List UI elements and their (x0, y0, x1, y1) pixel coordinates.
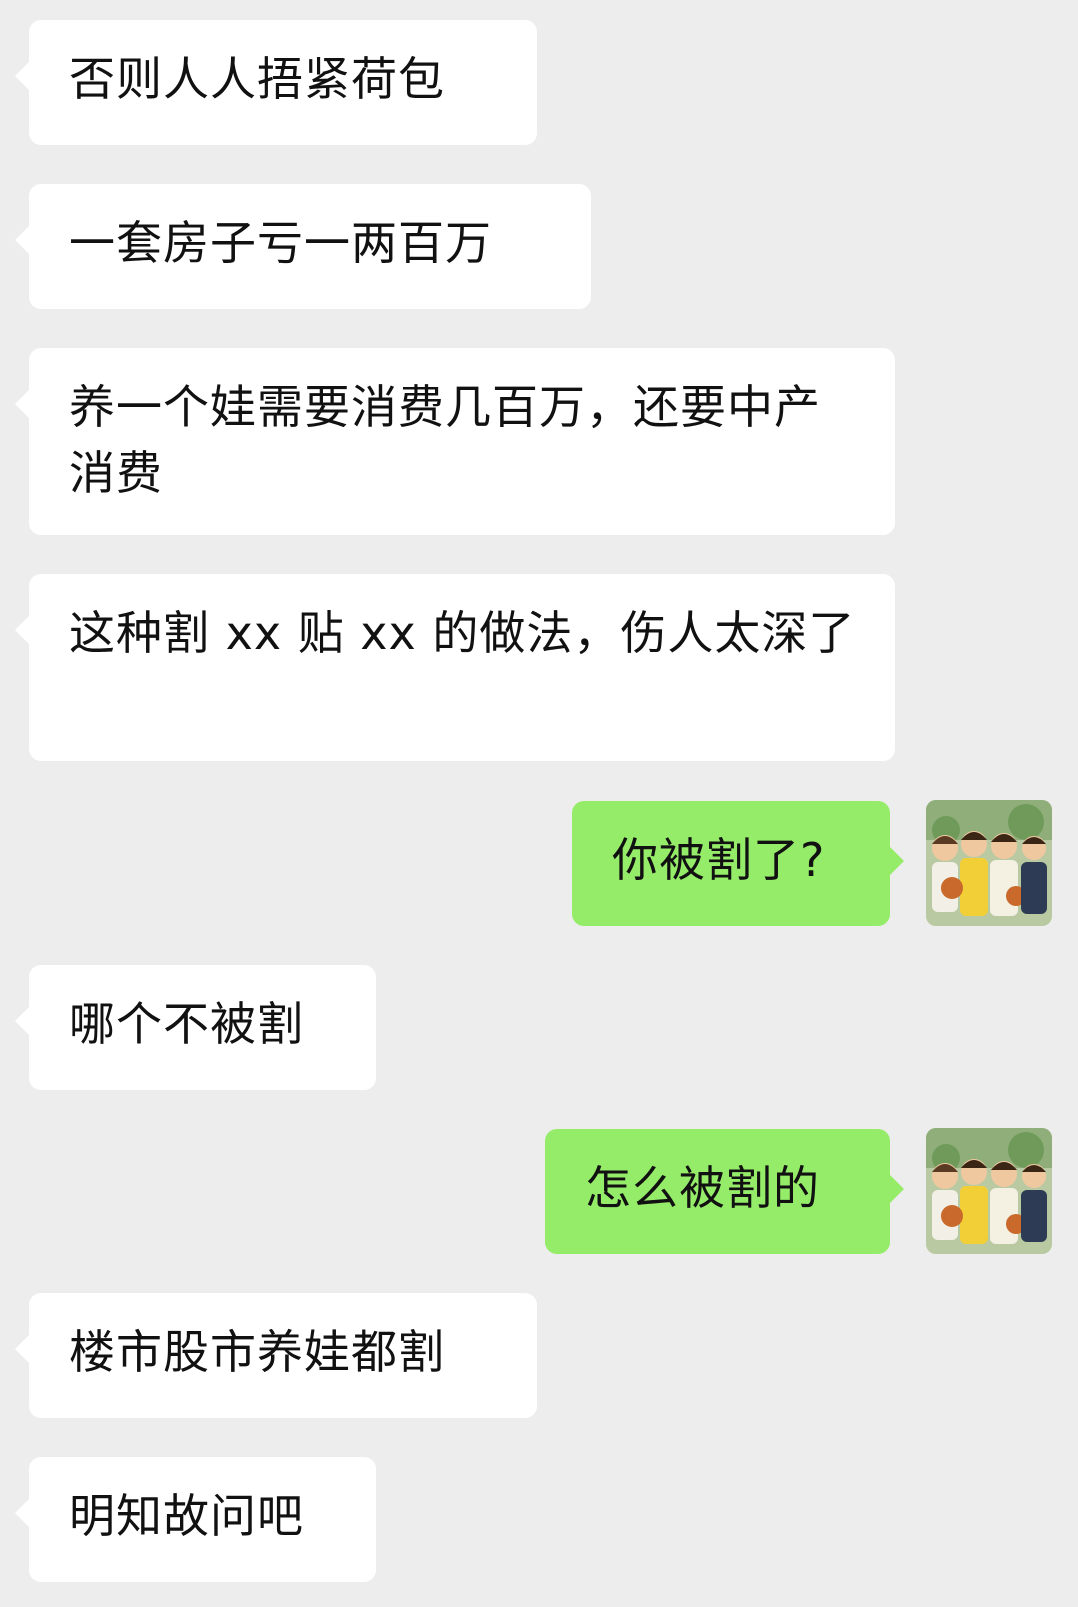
message-text: 明知故问吧 (69, 1489, 304, 1543)
message-text: 养一个娃需要消费几百万，还要中产消费 (69, 380, 821, 500)
outgoing-message-bubble[interactable]: 你被割了? (572, 801, 904, 926)
incoming-message-bubble[interactable]: 楼市股市养娃都割 (15, 1293, 537, 1418)
user-avatar[interactable] (926, 1128, 1052, 1254)
message-text: 一套房子亏一两百万 (69, 216, 492, 270)
incoming-message-bubble[interactable]: 明知故问吧 (15, 1457, 376, 1582)
incoming-message-bubble[interactable]: 哪个不被割 (15, 965, 376, 1090)
message-text: 这种割 xx 贴 xx 的做法，伤人太深了 (69, 606, 856, 660)
message-text: 否则人人捂紧荷包 (69, 52, 445, 106)
message-text: 哪个不被割 (69, 997, 304, 1051)
message-text: 你被割了? (612, 833, 826, 887)
message-text: 怎么被割的 (585, 1161, 820, 1215)
incoming-message-bubble[interactable]: 一套房子亏一两百万 (15, 184, 591, 309)
cartoon-basketball-boys-avatar-icon (926, 1128, 1052, 1254)
user-avatar[interactable] (926, 800, 1052, 926)
incoming-message-bubble[interactable]: 否则人人捂紧荷包 (15, 20, 537, 145)
incoming-message-bubble[interactable]: 养一个娃需要消费几百万，还要中产消费 (15, 348, 895, 535)
incoming-message-bubble[interactable]: 这种割 xx 贴 xx 的做法，伤人太深了 (15, 574, 895, 761)
chat-message-list: 否则人人捂紧荷包 一套房子亏一两百万 养一个娃需要消费几百万，还要中产消费 这种… (0, 0, 1078, 1607)
outgoing-message-bubble[interactable]: 怎么被割的 (545, 1129, 904, 1254)
cartoon-basketball-boys-avatar-icon (926, 800, 1052, 926)
message-text: 楼市股市养娃都割 (69, 1325, 445, 1379)
